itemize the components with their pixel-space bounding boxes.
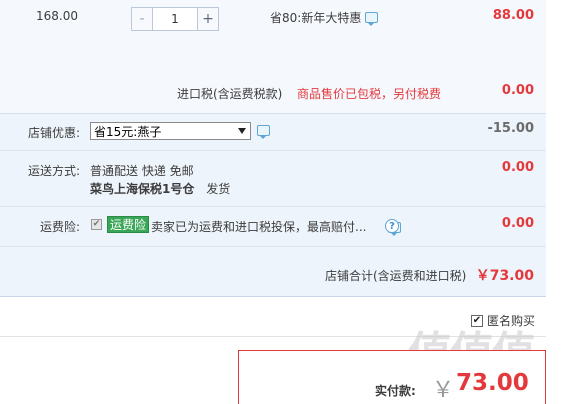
comment-icon[interactable] [365, 12, 379, 26]
shipping-value: 0.00 [501, 160, 534, 175]
shipping-label: 运送方式: [27, 164, 80, 178]
help-icon[interactable]: ? [385, 219, 399, 233]
item-price: 168.00 [36, 9, 78, 23]
increase-button[interactable]: + [197, 8, 218, 30]
comment-icon[interactable] [257, 125, 270, 139]
quantity-input[interactable]: 1 [153, 8, 197, 30]
shipping-origin: 菜鸟上海保税1号仓 发货 [90, 180, 230, 197]
insurance-value: 0.00 [501, 216, 534, 231]
insurance-label: 运费险: [39, 220, 80, 234]
shop-total-value: ￥73.00 [475, 268, 534, 284]
insurance-description: 卖家已为运费和进口税投保，最高赔付... [151, 220, 367, 234]
promo-text: 省80:新年大特惠 [270, 11, 362, 25]
payment-currency: ￥ [432, 378, 455, 403]
row-divider [0, 150, 546, 151]
anonymous-checkbox[interactable]: ✔ [470, 314, 483, 327]
shipping-method: 普通配送 快递 免邮 [90, 164, 194, 178]
coupon-value: -15.00 [487, 121, 534, 136]
import-tax-value: 0.00 [501, 83, 534, 98]
coupon-selected: 省15元:燕子 [94, 124, 162, 139]
payment-label: 实付款: [375, 384, 416, 398]
insurance-tag: 运费险 [107, 216, 150, 233]
payment-amount: 73.00 [456, 370, 529, 396]
shipping-suffix: 发货 [206, 182, 231, 196]
coupon-select[interactable]: 省15元:燕子 [90, 122, 251, 140]
import-tax-note: 商品售价已包税，另付税费 [297, 87, 442, 101]
coupon-label: 店铺优惠: [27, 126, 80, 140]
promo-info: 省80:新年大特惠 [270, 9, 379, 26]
item-subtotal: 88.00 [492, 8, 534, 23]
row-divider [0, 246, 546, 247]
anonymous-label: 匿名购买 [486, 314, 535, 328]
quantity-stepper[interactable]: - 1 + [131, 7, 219, 31]
chevron-down-icon [238, 128, 246, 134]
anonymous-purchase[interactable]: ✔ 匿名购买 [470, 312, 535, 329]
row-divider [0, 206, 546, 207]
shop-total-label: 店铺合计(含运费和进口税) [325, 269, 467, 283]
decrease-button[interactable]: - [132, 8, 153, 30]
insurance-checkbox[interactable]: ✔ [91, 219, 102, 230]
import-tax-label: 进口税(含运费税款) [177, 87, 283, 101]
warehouse-name: 菜鸟上海保税1号仓 [90, 182, 195, 196]
